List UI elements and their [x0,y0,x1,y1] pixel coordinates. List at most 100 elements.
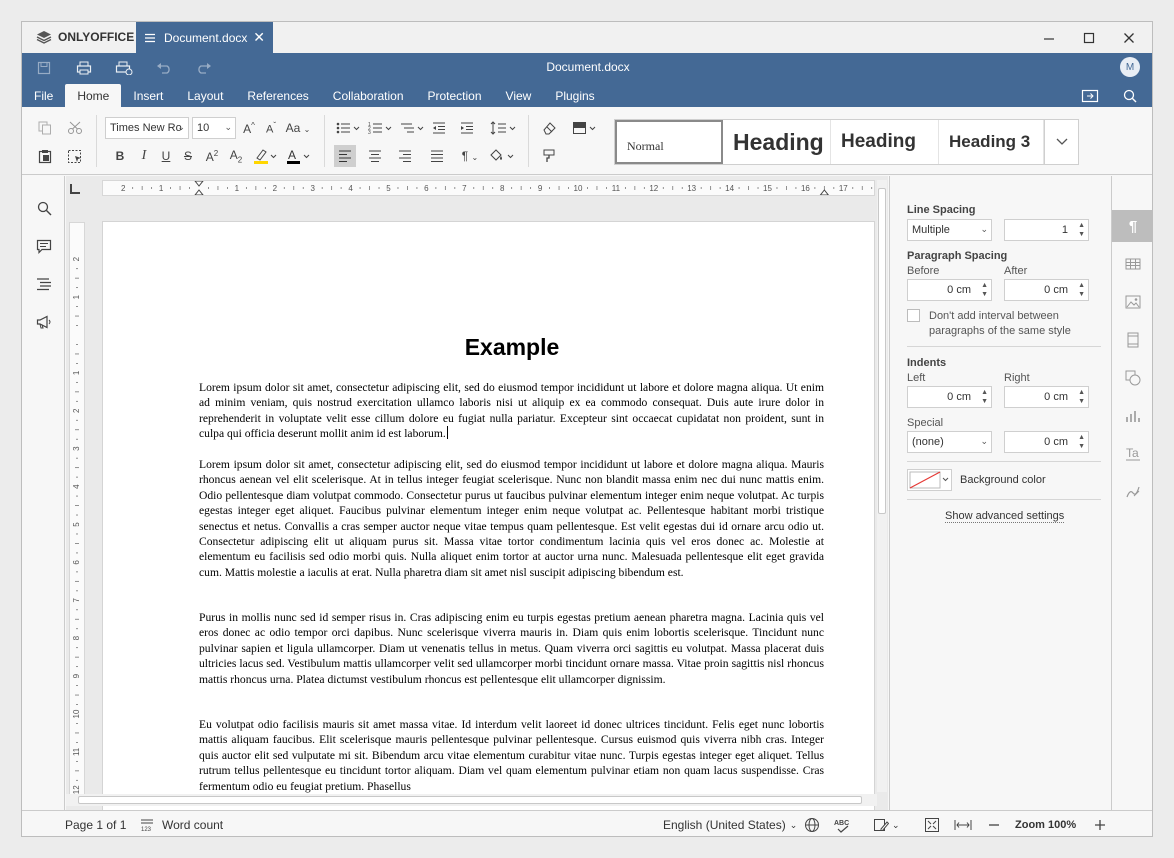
horizontal-scrollbar-thumb[interactable] [78,796,862,804]
line-spacing-mode-select[interactable]: Multiple ⌄ [907,219,992,241]
document-paragraph[interactable]: Lorem ipsum dolor sit amet, consectetur … [199,457,824,580]
decrease-font-button[interactable]: Aˇ [261,117,281,139]
left-indent-marker[interactable] [193,189,205,196]
spinner-icon[interactable]: ▲ ▼ [1078,281,1085,299]
copy-style-button[interactable] [538,145,560,167]
bold-button[interactable]: B [110,145,130,167]
track-changes-button[interactable]: ⌄ [873,811,900,836]
fit-to-width-button[interactable] [954,811,972,836]
navigation-button[interactable] [32,272,56,296]
bullets-button[interactable] [334,117,362,139]
color-scheme-button[interactable] [570,117,600,139]
tab-view[interactable]: View [494,84,544,108]
horizontal-scrollbar[interactable] [66,794,877,806]
nonprinting-characters-button[interactable]: ¶ ⌄ [456,145,484,167]
find-button[interactable] [32,196,56,220]
document-paragraph[interactable]: Eu volutpat odio facilisis mauris sit am… [199,717,824,794]
subscript-button[interactable]: A2 [226,145,246,167]
spinner-icon[interactable]: ▲ ▼ [981,281,988,299]
style-normal[interactable]: Normal [615,120,723,164]
page-counter[interactable]: Page 1 of 1 [65,811,126,836]
increase-indent-button[interactable] [456,117,478,139]
vertical-scrollbar[interactable] [877,180,887,792]
vertical-ruler[interactable]: 2 1 1 2 3 4 5 6 7 8 9 10 11 12 [69,222,85,802]
justify-button[interactable] [426,145,448,167]
increase-font-button[interactable]: A^ [239,117,259,139]
document-heading[interactable]: Example [103,334,888,361]
style-heading-2[interactable]: Heading [831,120,939,164]
maximize-button[interactable] [1069,22,1109,53]
select-all-button[interactable] [64,145,86,167]
line-spacing-button[interactable] [488,117,518,139]
zoom-level[interactable]: Zoom 100% [1015,811,1076,836]
tab-home[interactable]: Home [65,84,122,108]
paragraph-settings-tab[interactable]: ¶ [1112,210,1152,242]
spinner-icon[interactable]: ▲ ▼ [1078,433,1085,451]
word-count-button[interactable]: 123 Word count [140,811,223,836]
style-heading-3[interactable]: Heading 3 [939,120,1044,164]
style-heading-1[interactable]: Heading [723,120,831,164]
vertical-scrollbar-thumb[interactable] [878,188,886,514]
left-indent-input[interactable]: 0 cm ▲ ▼ [907,386,992,408]
show-advanced-settings-link[interactable]: Show advanced settings [945,510,1065,523]
tab-collaboration[interactable]: Collaboration [321,84,416,108]
spinner-icon[interactable]: ▲ ▼ [981,388,988,406]
clear-style-button[interactable] [538,117,560,139]
tab-layout[interactable]: Layout [175,84,235,108]
comments-button[interactable] [32,234,56,258]
decrease-indent-button[interactable] [428,117,450,139]
document-paragraph[interactable]: Lorem ipsum dolor sit amet, consectetur … [199,380,824,442]
copy-button[interactable] [34,117,56,139]
dont-add-interval-checkbox[interactable] [907,309,920,322]
numbering-button[interactable]: 123 [366,117,394,139]
tab-protection[interactable]: Protection [416,84,494,108]
close-window-button[interactable] [1109,22,1149,53]
zoom-in-button[interactable] [1093,811,1107,836]
document-paragraph[interactable]: Purus in mollis nunc sed id semper risus… [199,610,824,687]
italic-button[interactable]: I [134,145,154,167]
spinner-icon[interactable]: ▲ ▼ [1078,388,1085,406]
first-line-indent-marker[interactable] [193,180,205,187]
shape-settings-tab[interactable] [1112,362,1152,394]
style-gallery-expand[interactable] [1044,120,1078,164]
document-page[interactable]: Example Lorem ipsum dolor sit amet, cons… [102,221,875,810]
fit-to-page-button[interactable] [924,811,940,836]
paste-button[interactable] [34,145,56,167]
tab-insert[interactable]: Insert [121,84,175,108]
user-avatar[interactable]: M [1120,57,1140,77]
font-color-button[interactable]: A [284,145,312,167]
spacing-after-input[interactable]: 0 cm ▲ ▼ [1004,279,1089,301]
superscript-button[interactable]: A2 [202,145,222,167]
horizontal-ruler[interactable]: 2 1 1 2 3 4 5 6 7 8 9 10 11 12 13 14 15 16 17 [102,180,875,196]
zoom-out-button[interactable] [987,811,1001,836]
paragraph-shading-button[interactable] [486,145,518,167]
special-indent-select[interactable]: (none) ⌄ [907,431,992,453]
image-settings-tab[interactable] [1112,286,1152,318]
spacing-before-input[interactable]: 0 cm ▲ ▼ [907,279,992,301]
close-tab-icon[interactable]: ✕ [253,30,265,44]
tab-references[interactable]: References [235,84,320,108]
multilevel-list-button[interactable] [398,117,426,139]
chart-settings-tab[interactable] [1112,400,1152,432]
background-color-picker[interactable] [907,469,952,491]
minimize-button[interactable] [1029,22,1069,53]
feedback-button[interactable] [32,310,56,334]
document-tab[interactable]: Document.docx ✕ [136,22,273,53]
text-art-settings-tab[interactable]: Ta [1112,438,1152,470]
align-center-button[interactable] [364,145,386,167]
right-indent-input[interactable]: 0 cm ▲ ▼ [1004,386,1089,408]
underline-button[interactable]: U [156,145,176,167]
language-select[interactable]: English (United States) ⌄ [663,811,797,836]
align-right-button[interactable] [394,145,416,167]
right-indent-marker[interactable] [819,189,830,196]
document-language-button[interactable] [804,811,820,836]
special-indent-by-input[interactable]: 0 cm ▲ ▼ [1004,431,1089,453]
search-button[interactable] [1118,86,1142,106]
open-file-location-button[interactable] [1078,86,1102,106]
spell-check-button[interactable]: ABC [834,811,850,836]
change-case-button[interactable]: Aa ⌄ [284,117,312,139]
cut-button[interactable] [64,117,86,139]
highlight-color-button[interactable] [251,145,279,167]
tab-plugins[interactable]: Plugins [543,84,606,108]
font-size-combo[interactable]: 10 ⌄ [192,117,236,139]
